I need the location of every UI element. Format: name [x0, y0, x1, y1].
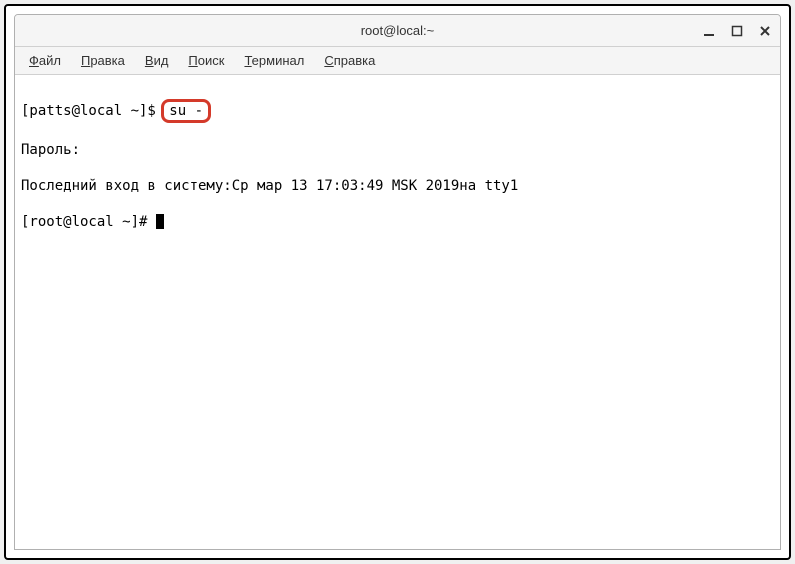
- menu-search[interactable]: Поиск: [178, 49, 234, 72]
- menu-view[interactable]: Вид: [135, 49, 179, 72]
- menu-help[interactable]: Справка: [314, 49, 385, 72]
- prompt-user: [patts@local ~]$: [21, 103, 164, 119]
- minimize-button[interactable]: [702, 24, 716, 38]
- menu-terminal[interactable]: Терминал: [234, 49, 314, 72]
- terminal-output-area[interactable]: [patts@local ~]$ su - Пароль: Последний …: [15, 75, 780, 549]
- terminal-line: [root@local ~]#: [21, 213, 774, 231]
- terminal-window: root@local:~ Файл Правка Вид Поиск Терми…: [14, 14, 781, 550]
- title-bar: root@local:~: [15, 15, 780, 47]
- menu-bar: Файл Правка Вид Поиск Терминал Справка: [15, 47, 780, 75]
- highlighted-command: su -: [161, 99, 211, 123]
- cursor-icon: [156, 214, 164, 229]
- terminal-line: Последний вход в систему:Ср мар 13 17:03…: [21, 177, 774, 195]
- menu-edit[interactable]: Правка: [71, 49, 135, 72]
- menu-file[interactable]: Файл: [19, 49, 71, 72]
- window-controls: [702, 24, 772, 38]
- terminal-line: [patts@local ~]$ su -: [21, 99, 774, 123]
- window-title: root@local:~: [361, 23, 435, 38]
- prompt-root: [root@local ~]#: [21, 214, 156, 230]
- close-button[interactable]: [758, 24, 772, 38]
- terminal-line: Пароль:: [21, 141, 774, 159]
- maximize-button[interactable]: [730, 24, 744, 38]
